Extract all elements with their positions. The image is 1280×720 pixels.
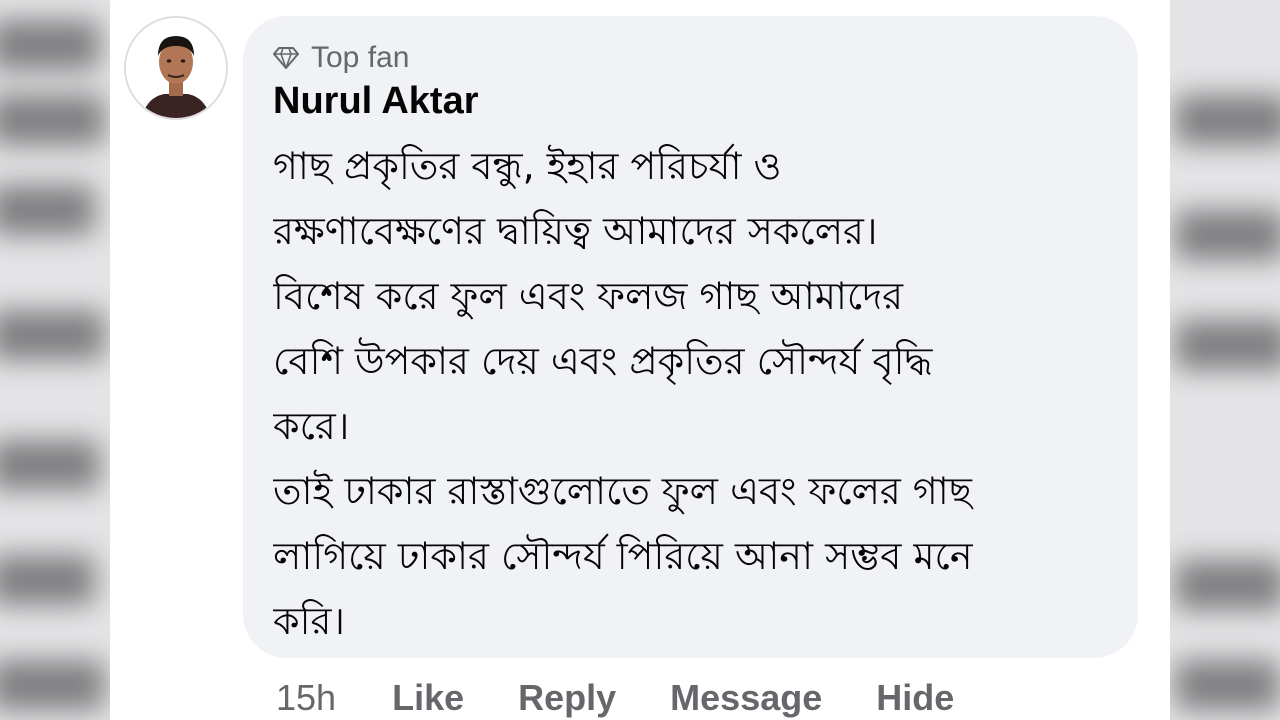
profile-photo-icon — [126, 18, 226, 118]
comment-panel: Top fan Nurul Aktar গাছ প্রকৃতির বন্ধু, … — [110, 0, 1170, 720]
comment-author[interactable]: Nurul Aktar — [273, 80, 479, 123]
blurred-background-left — [0, 0, 110, 720]
comment-text-line: লাগিয়ে ঢাকার সৌন্দর্য পিরিয়ে আনা সম্ভব… — [273, 534, 973, 578]
top-fan-badge[interactable]: Top fan — [273, 38, 409, 78]
comment-text-line: বেশি উপকার দেয় এবং প্রকৃতির সৌন্দর্য বৃ… — [273, 339, 933, 383]
comment-text-line: রক্ষণাবেক্ষণের দ্বায়িত্ব আমাদের সকলের। — [273, 209, 878, 253]
comment-text-line: বিশেষ করে ফুল এবং ফলজ গাছ আমাদের — [273, 274, 904, 318]
message-button[interactable]: Message — [670, 677, 822, 719]
comment-text-line: গাছ প্রকৃতির বন্ধু, ইহার পরিচর্যা ও — [273, 144, 782, 188]
avatar[interactable] — [124, 16, 228, 120]
reply-button[interactable]: Reply — [518, 677, 616, 719]
blurred-background-right — [1170, 0, 1280, 720]
comment-actions: 15h Like Reply Message Hide — [276, 676, 1008, 720]
comment-text: গাছ প্রকৃতির বন্ধু, ইহার পরিচর্যা ও রক্ষ… — [273, 134, 1123, 654]
like-button[interactable]: Like — [392, 677, 464, 719]
comment-text-line: করে। — [273, 404, 350, 448]
hide-button[interactable]: Hide — [876, 677, 954, 719]
diamond-icon — [273, 47, 299, 69]
badge-label: Top fan — [311, 41, 410, 74]
comment-bubble: Top fan Nurul Aktar গাছ প্রকৃতির বন্ধু, … — [243, 16, 1138, 658]
comment-text-line: তাই ঢাকার রাস্তাগুলোতে ফুল এবং ফলের গাছ — [273, 469, 972, 513]
comment-timestamp[interactable]: 15h — [276, 677, 336, 719]
comment-text-line: করি। — [273, 599, 345, 643]
